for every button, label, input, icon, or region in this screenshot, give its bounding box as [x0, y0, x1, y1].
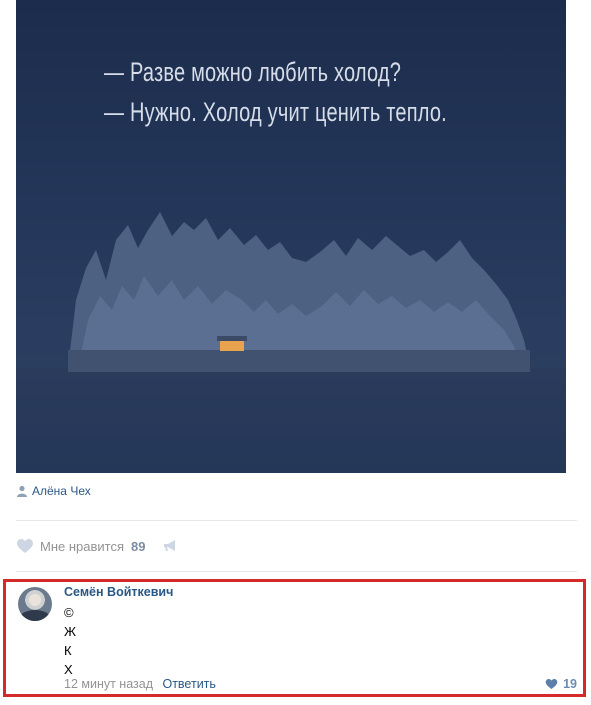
- comment-line: К: [64, 643, 72, 658]
- comment-like-button[interactable]: 19: [545, 677, 577, 691]
- comment-text: © Ж К Х: [64, 603, 76, 679]
- avatar[interactable]: [18, 587, 52, 621]
- comment-meta: 12 минут назад Ответить: [64, 677, 216, 691]
- user-icon: [17, 485, 27, 497]
- divider: [16, 520, 577, 521]
- megaphone-icon[interactable]: [163, 539, 179, 553]
- lit-cabin: [220, 340, 244, 351]
- post-author[interactable]: Алёна Чех: [16, 483, 91, 499]
- comment-timestamp[interactable]: 12 минут назад: [64, 677, 153, 691]
- heart-icon[interactable]: [16, 538, 34, 554]
- heart-icon: [545, 678, 558, 690]
- comment-like-count: 19: [563, 677, 577, 691]
- comment-line: ©: [64, 605, 74, 620]
- post-image[interactable]: — Разве можно любить холод? — Нужно. Хол…: [16, 0, 566, 473]
- reply-button[interactable]: Ответить: [162, 677, 215, 691]
- post-quote: — Разве можно любить холод? — Нужно. Хол…: [104, 52, 447, 132]
- comment-author-name[interactable]: Семён Войткевич: [64, 585, 173, 599]
- quote-line-2: — Нужно. Холод учит ценить тепло.: [104, 97, 447, 127]
- post-actions: Мне нравится 89: [16, 536, 179, 556]
- quote-line-1: — Разве можно любить холод?: [104, 57, 402, 87]
- like-count[interactable]: 89: [131, 539, 145, 554]
- comment-line: Ж: [64, 624, 77, 639]
- like-button[interactable]: Мне нравится: [40, 539, 124, 554]
- divider: [16, 571, 577, 572]
- author-name: Алёна Чех: [32, 484, 91, 498]
